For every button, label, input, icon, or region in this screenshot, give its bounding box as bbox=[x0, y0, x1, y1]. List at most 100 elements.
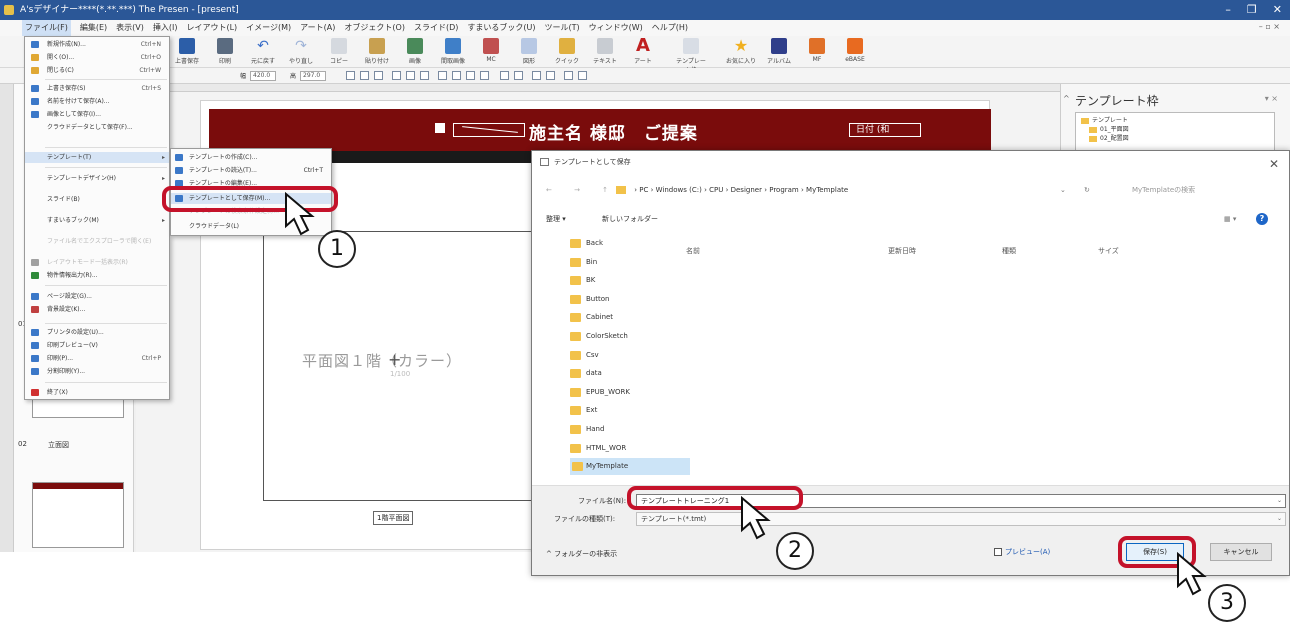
collapse-chevron-icon[interactable]: ^ bbox=[1063, 94, 1070, 103]
quick-tool-button[interactable]: クイック bbox=[552, 38, 582, 66]
column-name[interactable]: 名前 bbox=[686, 246, 700, 256]
column-modified[interactable]: 更新日時 bbox=[888, 246, 916, 256]
menu-view[interactable]: 表示(V) bbox=[116, 20, 144, 36]
format-tool-6[interactable] bbox=[420, 71, 429, 80]
file-menu-item-14[interactable]: ページ設定(G)... bbox=[25, 291, 169, 302]
format-tool-10[interactable] bbox=[480, 71, 489, 80]
search-input[interactable]: MyTemplateの検索 bbox=[1118, 183, 1278, 197]
maximize-icon[interactable]: ❐ bbox=[1247, 0, 1257, 20]
crumb-pc[interactable]: PC bbox=[639, 186, 648, 194]
crumb-designer[interactable]: Designer bbox=[731, 186, 762, 194]
print-tool-button[interactable]: 印刷 bbox=[210, 38, 240, 66]
template-submenu-item-1[interactable]: テンプレートの読込(T)... Ctrl+T bbox=[171, 165, 331, 176]
file-menu-item-6[interactable]: クラウドデータとして保存(F)... bbox=[25, 122, 169, 133]
folder-item[interactable]: HTML_WOR bbox=[570, 440, 626, 457]
text-tool-button[interactable]: テキスト bbox=[590, 38, 620, 66]
template-submenu-item-0[interactable]: テンプレートの作成(C)... bbox=[171, 152, 331, 163]
file-menu-item-10[interactable]: すまいるブック(M) ▸ bbox=[25, 215, 169, 226]
format-tool-5[interactable] bbox=[406, 71, 415, 80]
menu-file[interactable]: ファイル(F) bbox=[22, 20, 71, 36]
floor-plan-caption[interactable]: 1階平面図 bbox=[373, 511, 414, 525]
folder-item[interactable]: Cabinet bbox=[570, 309, 613, 326]
menu-object[interactable]: オブジェクト(O) bbox=[344, 20, 405, 36]
file-menu-item-9[interactable]: スライド(B) ▸ bbox=[25, 194, 169, 205]
format-tool-15[interactable] bbox=[564, 71, 573, 80]
folder-item[interactable]: Button bbox=[570, 291, 609, 308]
crumb-mytemplate[interactable]: MyTemplate bbox=[806, 186, 848, 194]
format-tool-7[interactable] bbox=[438, 71, 447, 80]
file-menu-item-2[interactable]: 閉じる(C) Ctrl+W bbox=[25, 65, 169, 76]
image-tool-button[interactable]: 画像 bbox=[400, 38, 430, 66]
file-menu-item-1[interactable]: 開く(O)... Ctrl+O bbox=[25, 52, 169, 63]
file-menu-item-15[interactable]: 背景設定(K)... bbox=[25, 304, 169, 315]
menu-help[interactable]: ヘルプ(H) bbox=[652, 20, 688, 36]
format-tool-14[interactable] bbox=[546, 71, 555, 80]
cancel-button[interactable]: キャンセル bbox=[1210, 543, 1272, 561]
album-tool-button[interactable]: アルバム bbox=[764, 38, 794, 66]
slide-thumbnail-2[interactable] bbox=[32, 482, 124, 548]
menu-slide[interactable]: スライド(D) bbox=[414, 20, 458, 36]
crumb-drive[interactable]: Windows (C:) bbox=[656, 186, 702, 194]
nav-arrows-icon[interactable]: ← → ↑ bbox=[546, 179, 618, 201]
template-frame-tool-button[interactable]: テンプレート枠 bbox=[676, 38, 706, 74]
undo-tool-button[interactable]: ↶ 元に戻す bbox=[248, 38, 278, 66]
file-menu-item-20[interactable]: 終了(X) bbox=[25, 387, 169, 398]
paste-tool-button[interactable]: 貼り付け bbox=[362, 38, 392, 66]
view-options-icon[interactable]: ▦ ▾ bbox=[1224, 215, 1236, 223]
column-size[interactable]: サイズ bbox=[1098, 246, 1119, 256]
file-menu-item-8[interactable]: テンプレートデザイン(H) ▸ bbox=[25, 173, 169, 184]
format-tool-1[interactable] bbox=[346, 71, 355, 80]
help-icon[interactable]: ? bbox=[1256, 213, 1268, 225]
folder-item[interactable]: data bbox=[570, 365, 602, 382]
new-folder-button[interactable]: 新しいフォルダー bbox=[602, 209, 658, 229]
breadcrumb[interactable]: › PC › Windows (C:) › CPU › Designer › P… bbox=[616, 179, 848, 201]
filetype-select[interactable]: テンプレート(*.tmt) ⌄ bbox=[636, 512, 1286, 526]
file-menu-item-16[interactable]: プリンタの設定(U)... bbox=[25, 327, 169, 338]
menu-layout[interactable]: レイアウト(L) bbox=[186, 20, 237, 36]
height-input[interactable]: 297.0 bbox=[300, 71, 326, 81]
folder-item[interactable]: Back bbox=[570, 235, 603, 252]
menu-edit[interactable]: 編集(E) bbox=[80, 20, 107, 36]
format-tool-9[interactable] bbox=[466, 71, 475, 80]
crumb-program[interactable]: Program bbox=[769, 186, 799, 194]
shape-tool-button[interactable]: 図形 bbox=[514, 38, 544, 66]
redo-tool-button[interactable]: ↷ やり直し bbox=[286, 38, 316, 66]
hide-folders-toggle[interactable]: ^ フォルダーの非表示 bbox=[546, 549, 617, 559]
folder-item[interactable]: Ext bbox=[570, 402, 597, 419]
folder-item[interactable]: MyTemplate bbox=[570, 458, 690, 476]
folder-item[interactable]: Hand bbox=[570, 421, 604, 438]
floor-plan-frame[interactable]: 平面図１階（カラー） + 1/100 bbox=[263, 231, 553, 501]
banner-title[interactable]: 施主名 様邸 ご提案 bbox=[529, 119, 698, 144]
folder-item[interactable]: Bin bbox=[570, 254, 597, 271]
menu-art[interactable]: アート(A) bbox=[300, 20, 335, 36]
file-menu-item-5[interactable]: 画像として保存(I)... bbox=[25, 109, 169, 120]
pane-pin-icon[interactable]: ▾ × bbox=[1265, 94, 1278, 103]
file-menu-item-18[interactable]: 印刷(P)... Ctrl+P bbox=[25, 353, 169, 364]
file-menu-item-3[interactable]: 上書き保存(S) Ctrl+S bbox=[25, 83, 169, 94]
folder-item[interactable]: EPUB_WORK bbox=[570, 384, 630, 401]
organize-button[interactable]: 整理 ▾ bbox=[546, 209, 566, 229]
file-menu-item-4[interactable]: 名前を付けて保存(A)... bbox=[25, 96, 169, 107]
favorites-tool-button[interactable]: ★ お気に入り bbox=[726, 38, 756, 66]
mc-tool-button[interactable]: MC bbox=[476, 38, 506, 66]
folder-item[interactable]: ColorSketch bbox=[570, 328, 628, 345]
close-icon[interactable]: ✕ bbox=[1273, 0, 1282, 20]
folder-item[interactable]: BK bbox=[570, 272, 595, 289]
file-menu-item-17[interactable]: 印刷プレビュー(V) bbox=[25, 340, 169, 351]
file-menu-item-7[interactable]: テンプレート(T) ▸ bbox=[25, 152, 169, 163]
file-menu-item-0[interactable]: 新規作成(N)... Ctrl+N bbox=[25, 39, 169, 50]
folder-item[interactable]: Csv bbox=[570, 347, 599, 364]
format-tool-11[interactable] bbox=[500, 71, 509, 80]
chevron-down-icon[interactable]: ⌄ bbox=[1277, 495, 1282, 507]
menu-smilebook[interactable]: すまいるブック(U) bbox=[467, 20, 535, 36]
format-tool-3[interactable] bbox=[374, 71, 383, 80]
tree-item-plan[interactable]: 01_平面図 bbox=[1081, 125, 1269, 134]
ebase-tool-button[interactable]: eBASE bbox=[840, 38, 870, 66]
menu-insert[interactable]: 挿入(I) bbox=[153, 20, 178, 36]
mdi-controls[interactable]: – ▫ × bbox=[1259, 22, 1280, 31]
save-tool-button[interactable]: 上書保存 bbox=[172, 38, 202, 66]
mf-tool-button[interactable]: MF bbox=[802, 38, 832, 66]
chevron-down-icon[interactable]: ⌄ bbox=[1277, 513, 1282, 525]
menu-image[interactable]: イメージ(M) bbox=[246, 20, 291, 36]
format-tool-8[interactable] bbox=[452, 71, 461, 80]
